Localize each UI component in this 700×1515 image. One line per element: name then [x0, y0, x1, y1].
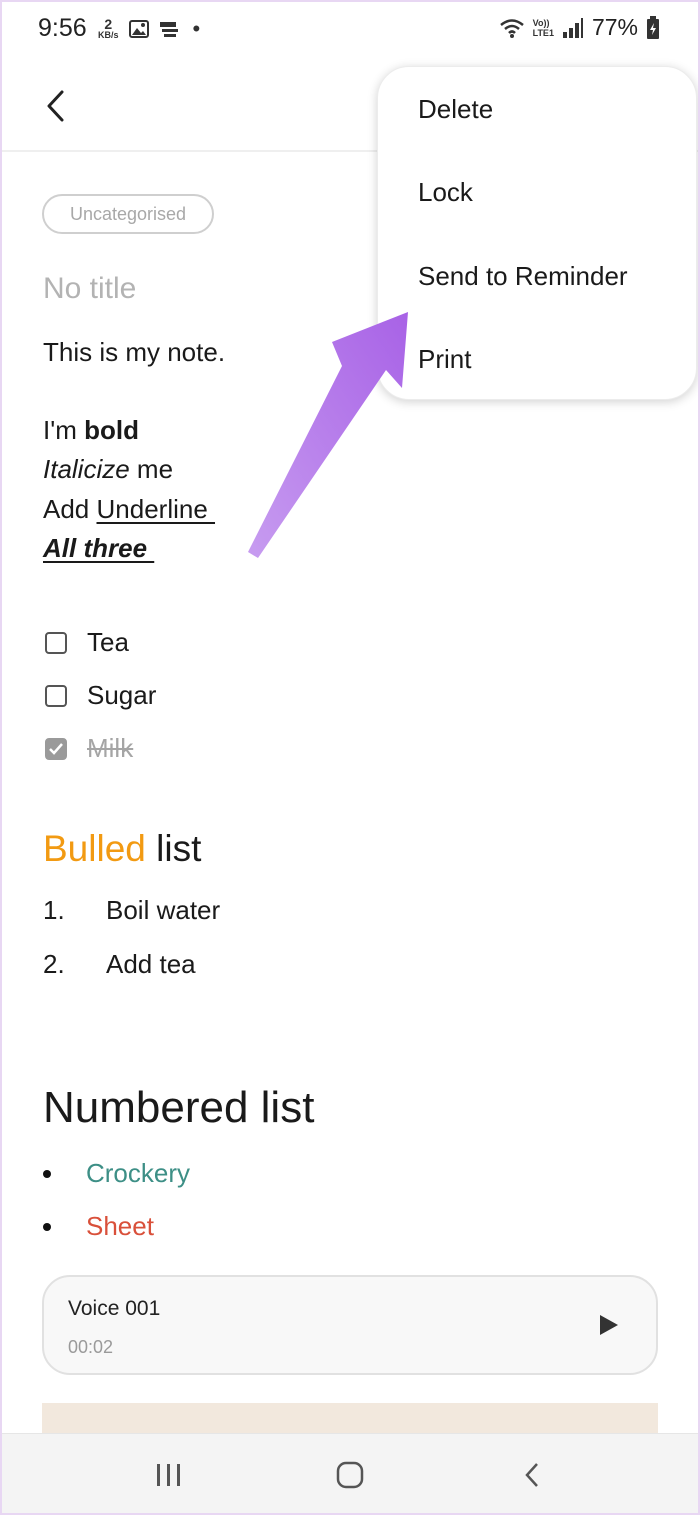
bullet-item: Sheet	[43, 1211, 154, 1242]
underline-prefix: Add	[43, 494, 97, 524]
image-icon	[128, 20, 149, 38]
note-title[interactable]: No title	[43, 272, 136, 306]
status-left-icons: 2 KB/s •	[98, 14, 200, 44]
battery-percentage: 77%	[591, 14, 638, 40]
status-bar: 9:56 2 KB/s • Vo)) LTE1 77%	[0, 0, 700, 62]
numbered-list-heading: Numbered list	[43, 1083, 315, 1132]
checklist-item-tea: Tea	[45, 627, 129, 658]
italic-line: Italicize me	[43, 454, 173, 485]
bullet-item: Crockery	[43, 1158, 190, 1189]
voice-duration: 00:02	[68, 1337, 114, 1357]
voice-recording-card[interactable]: Voice 001 00:02	[42, 1275, 658, 1375]
category-chip[interactable]: Uncategorised	[42, 194, 214, 234]
numbered-item: 1. Boil water	[43, 895, 220, 926]
status-time: 9:56	[38, 14, 87, 42]
notification-icon	[159, 22, 178, 37]
data-speed-indicator: 2 KB/s	[98, 17, 119, 40]
bold-word: bold	[84, 415, 139, 445]
home-icon[interactable]	[336, 1461, 364, 1489]
battery-icon	[647, 15, 659, 39]
bullet-label: Sheet	[86, 1211, 154, 1241]
menu-item-lock[interactable]: Lock	[418, 177, 473, 208]
checklist-item-sugar: Sugar	[45, 680, 156, 711]
signal-icon	[562, 17, 583, 38]
menu-item-delete[interactable]: Delete	[418, 94, 493, 125]
check-icon	[49, 742, 63, 755]
volte-indicator: Vo)) LTE1	[533, 18, 554, 38]
item-label: Boil water	[106, 895, 221, 925]
status-right-icons: Vo)) LTE1 77%	[499, 14, 660, 41]
play-icon[interactable]	[598, 1313, 620, 1337]
italic-suffix: me	[129, 454, 174, 484]
bulled-list-heading: Bulled list	[43, 828, 201, 870]
all-three-text: All three	[43, 533, 155, 563]
item-label: Add tea	[106, 949, 196, 979]
checkbox[interactable]	[45, 684, 67, 707]
checkbox[interactable]	[45, 631, 67, 654]
underline-line: Add Underline	[43, 494, 215, 525]
nav-back-icon[interactable]	[522, 1461, 542, 1489]
bullet-label: Crockery	[86, 1158, 191, 1188]
menu-item-send-to-reminder[interactable]: Send to Reminder	[418, 261, 628, 292]
underline-word: Underline	[96, 494, 216, 524]
item-number: 1.	[43, 895, 65, 925]
checklist-item-milk: Milk	[45, 733, 133, 764]
voice-name: Voice 001	[68, 1297, 161, 1320]
item-number: 2.	[43, 949, 65, 979]
checkbox-checked[interactable]	[45, 737, 67, 760]
numbered-item: 2. Add tea	[43, 949, 196, 980]
notification-dot: •	[192, 16, 201, 41]
checklist-label: Tea	[87, 627, 129, 657]
bullet-dot	[43, 1222, 51, 1231]
checklist-label: Sugar	[87, 680, 157, 710]
bullet-dot	[43, 1169, 51, 1178]
recent-apps-icon[interactable]	[155, 1462, 183, 1488]
volte-label: Vo))	[532, 17, 550, 28]
note-body-line: This is my note.	[43, 337, 226, 367]
italic-word: Italicize	[43, 454, 130, 484]
annotation-arrow	[248, 312, 408, 558]
all-three-line: All three	[43, 533, 154, 564]
back-icon[interactable]	[40, 86, 70, 126]
wifi-icon	[499, 18, 524, 38]
bold-line: I'm bold	[43, 415, 139, 446]
checklist-label: Milk	[87, 733, 134, 763]
system-nav-bar	[0, 1433, 700, 1515]
bulled-heading-plain: list	[145, 828, 202, 869]
data-speed-unit: KB/s	[98, 30, 119, 40]
bulled-heading-colored: Bulled	[43, 828, 146, 869]
lte-label: LTE1	[532, 27, 554, 38]
bold-prefix: I'm	[43, 415, 85, 445]
